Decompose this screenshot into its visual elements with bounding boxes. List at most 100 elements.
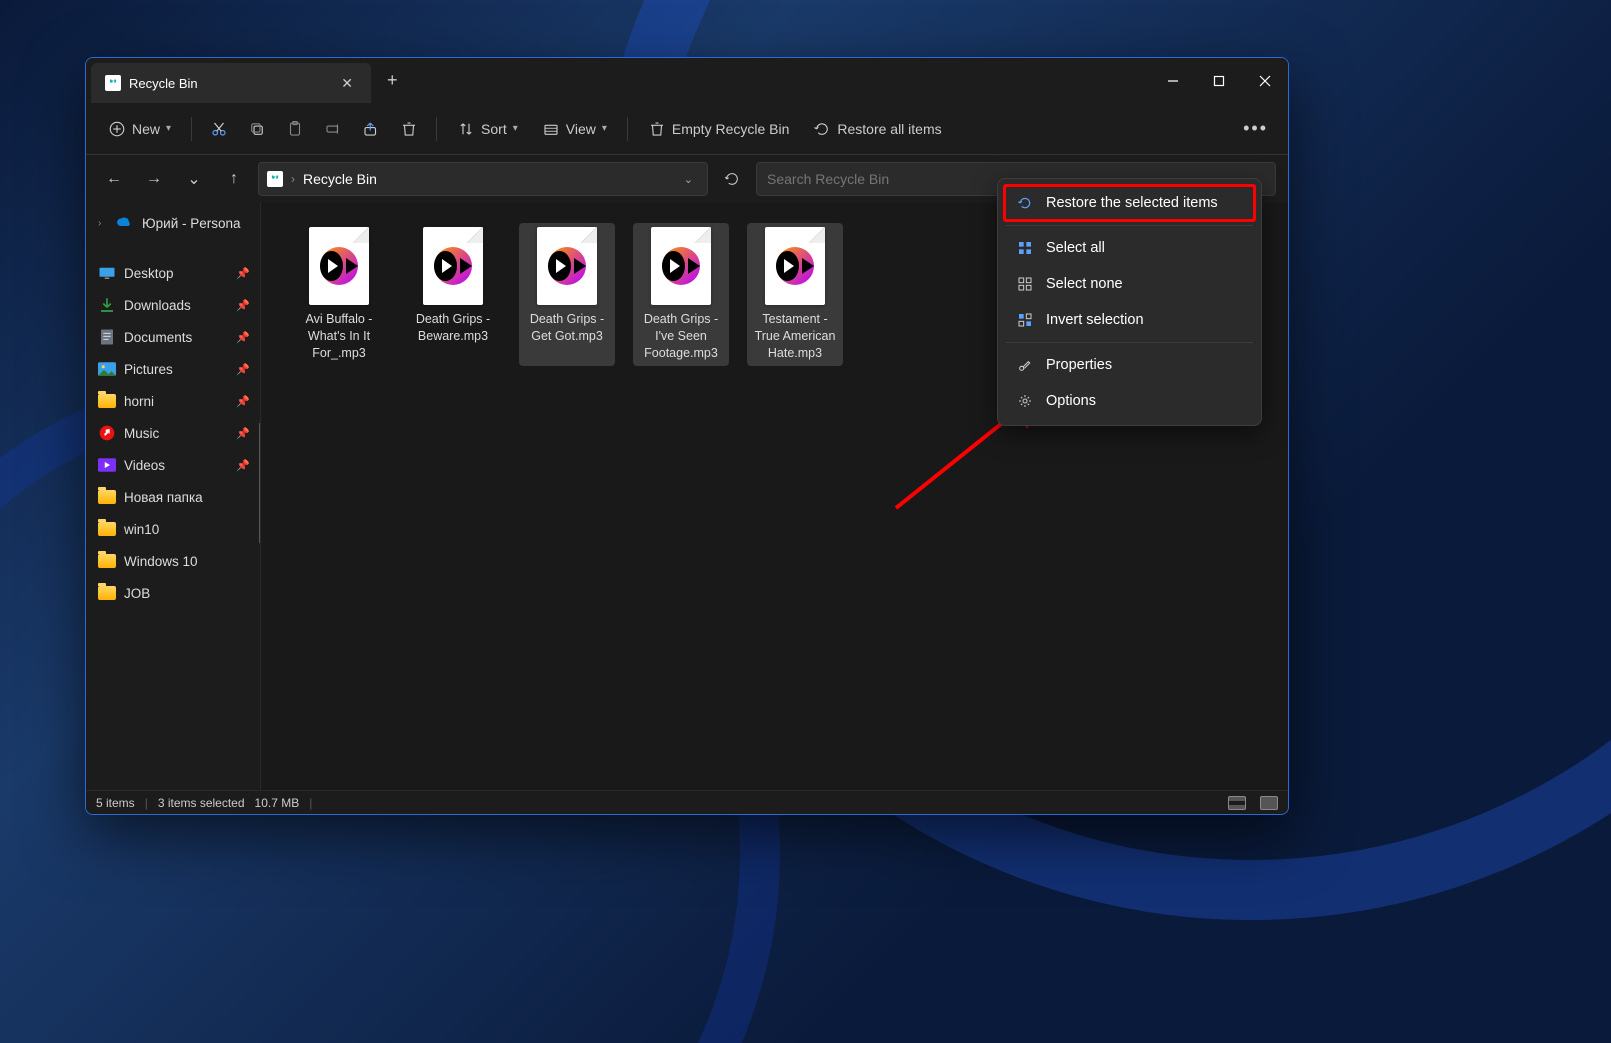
- pin-icon: 📌: [236, 267, 250, 280]
- close-button[interactable]: [1242, 58, 1288, 103]
- item-icon: [98, 456, 116, 474]
- restore-icon: [1016, 194, 1034, 212]
- file-item[interactable]: Death Grips - I've Seen Footage.mp3: [633, 223, 729, 366]
- file-item[interactable]: Death Grips - Beware.mp3: [405, 223, 501, 366]
- menu-label: Options: [1046, 393, 1096, 409]
- folder-icon: [98, 520, 116, 538]
- menu-properties[interactable]: Properties: [1004, 347, 1255, 383]
- sidebar-item-label: Desktop: [124, 266, 174, 281]
- menu-invert-selection[interactable]: Invert selection: [1004, 302, 1255, 338]
- sort-label: Sort: [481, 121, 507, 137]
- item-icon: [98, 424, 116, 442]
- file-item[interactable]: Death Grips - Get Got.mp3: [519, 223, 615, 366]
- pin-icon: 📌: [236, 459, 250, 472]
- file-explorer-window: Recycle Bin ✕ + New ▾ Sort ▾ View: [85, 57, 1289, 815]
- item-icon: [98, 296, 116, 314]
- sidebar-item-cloud[interactable]: › Юрий - Persona: [86, 207, 260, 239]
- options-icon: [1016, 392, 1034, 410]
- sidebar-item-folder[interactable]: JOB: [86, 577, 260, 609]
- back-button[interactable]: ←: [98, 163, 130, 195]
- minimize-button[interactable]: [1150, 58, 1196, 103]
- new-tab-button[interactable]: +: [371, 58, 414, 103]
- navigation-pane[interactable]: › Юрий - Persona Desktop 📌 Downloads 📌 Docum…: [86, 203, 261, 790]
- pin-icon: 📌: [236, 395, 250, 408]
- select-all-icon: [1016, 239, 1034, 257]
- forward-button[interactable]: →: [138, 163, 170, 195]
- thumbnails-view-toggle[interactable]: [1260, 796, 1278, 810]
- sort-button[interactable]: Sort ▾: [447, 114, 528, 144]
- sidebar-item-label: Music: [124, 426, 159, 441]
- refresh-button[interactable]: [716, 163, 748, 195]
- maximize-button[interactable]: [1196, 58, 1242, 103]
- up-button[interactable]: ↑: [218, 163, 250, 195]
- sidebar-item-folder[interactable]: win10: [86, 513, 260, 545]
- sidebar-item-folder[interactable]: Windows 10: [86, 545, 260, 577]
- more-button[interactable]: •••: [1235, 112, 1276, 145]
- cut-button[interactable]: [202, 114, 236, 144]
- restore-all-button[interactable]: Restore all items: [803, 114, 951, 144]
- address-bar[interactable]: › Recycle Bin ⌄: [258, 162, 708, 196]
- pin-icon: 📌: [236, 363, 250, 376]
- status-selected-count: 3 items selected: [158, 796, 245, 810]
- file-name: Death Grips - Beware.mp3: [409, 311, 497, 345]
- paste-button[interactable]: [278, 114, 312, 144]
- file-name: Death Grips - I've Seen Footage.mp3: [637, 311, 725, 362]
- rename-button[interactable]: [316, 114, 350, 144]
- sidebar-item-pictures[interactable]: Pictures 📌: [86, 353, 260, 385]
- details-view-toggle[interactable]: [1228, 796, 1246, 810]
- file-item[interactable]: Avi Buffalo - What's In It For_.mp3: [291, 223, 387, 366]
- menu-label: Restore the selected items: [1046, 195, 1218, 211]
- sidebar-item-downloads[interactable]: Downloads 📌: [86, 289, 260, 321]
- empty-label: Empty Recycle Bin: [672, 121, 789, 137]
- menu-options[interactable]: Options: [1004, 383, 1255, 419]
- file-name: Avi Buffalo - What's In It For_.mp3: [295, 311, 383, 362]
- breadcrumb-separator: ›: [291, 172, 295, 186]
- view-label: View: [566, 121, 596, 137]
- sidebar-item-desktop[interactable]: Desktop 📌: [86, 257, 260, 289]
- chevron-down-icon: ▾: [513, 123, 518, 134]
- menu-restore-selected[interactable]: Restore the selected items: [1004, 185, 1255, 221]
- sidebar-item-folder[interactable]: Новая папка: [86, 481, 260, 513]
- sidebar-item-label: horni: [124, 394, 154, 409]
- item-icon: [98, 264, 116, 282]
- menu-label: Properties: [1046, 357, 1112, 373]
- sidebar-item-videos[interactable]: Videos📌: [86, 449, 260, 481]
- sidebar-item-label: Documents: [124, 330, 192, 345]
- menu-select-all[interactable]: Select all: [1004, 230, 1255, 266]
- menu-label: Select none: [1046, 276, 1123, 292]
- item-icon: [98, 360, 116, 378]
- recent-locations-button[interactable]: ⌄: [178, 163, 210, 195]
- address-dropdown[interactable]: ⌄: [678, 173, 699, 186]
- delete-button[interactable]: [392, 114, 426, 144]
- sidebar-item-label: Новая папка: [124, 490, 203, 505]
- empty-recycle-bin-button[interactable]: Empty Recycle Bin: [638, 114, 799, 144]
- properties-icon: [1016, 356, 1034, 374]
- view-button[interactable]: View ▾: [532, 114, 617, 144]
- sidebar-item-horni[interactable]: horni 📌: [86, 385, 260, 417]
- sidebar-item-label: Pictures: [124, 362, 173, 377]
- file-name: Testament - True American Hate.mp3: [751, 311, 839, 362]
- sidebar-item-label: Downloads: [124, 298, 191, 313]
- file-item[interactable]: Testament - True American Hate.mp3: [747, 223, 843, 366]
- copy-button[interactable]: [240, 114, 274, 144]
- expand-icon[interactable]: ›: [98, 218, 108, 229]
- command-bar: New ▾ Sort ▾ View ▾ Empty Recycle Bin Re…: [86, 103, 1288, 155]
- tab-recycle-bin[interactable]: Recycle Bin ✕: [91, 63, 371, 103]
- file-thumbnail: [765, 227, 825, 305]
- menu-select-none[interactable]: Select none: [1004, 266, 1255, 302]
- sidebar-item-documents[interactable]: Documents📌: [86, 321, 260, 353]
- tab-close-button[interactable]: ✕: [337, 75, 357, 92]
- invert-selection-icon: [1016, 311, 1034, 329]
- pin-icon: 📌: [236, 299, 250, 312]
- sidebar-item-label: win10: [124, 522, 159, 537]
- sidebar-item-music[interactable]: Music 📌: [86, 417, 260, 449]
- menu-label: Select all: [1046, 240, 1105, 256]
- new-button[interactable]: New ▾: [98, 114, 181, 144]
- file-thumbnail: [537, 227, 597, 305]
- pin-icon: 📌: [236, 427, 250, 440]
- status-item-count: 5 items: [96, 796, 135, 810]
- file-thumbnail: [651, 227, 711, 305]
- breadcrumb-location[interactable]: Recycle Bin: [303, 171, 670, 187]
- folder-icon: [98, 552, 116, 570]
- share-button[interactable]: [354, 114, 388, 144]
